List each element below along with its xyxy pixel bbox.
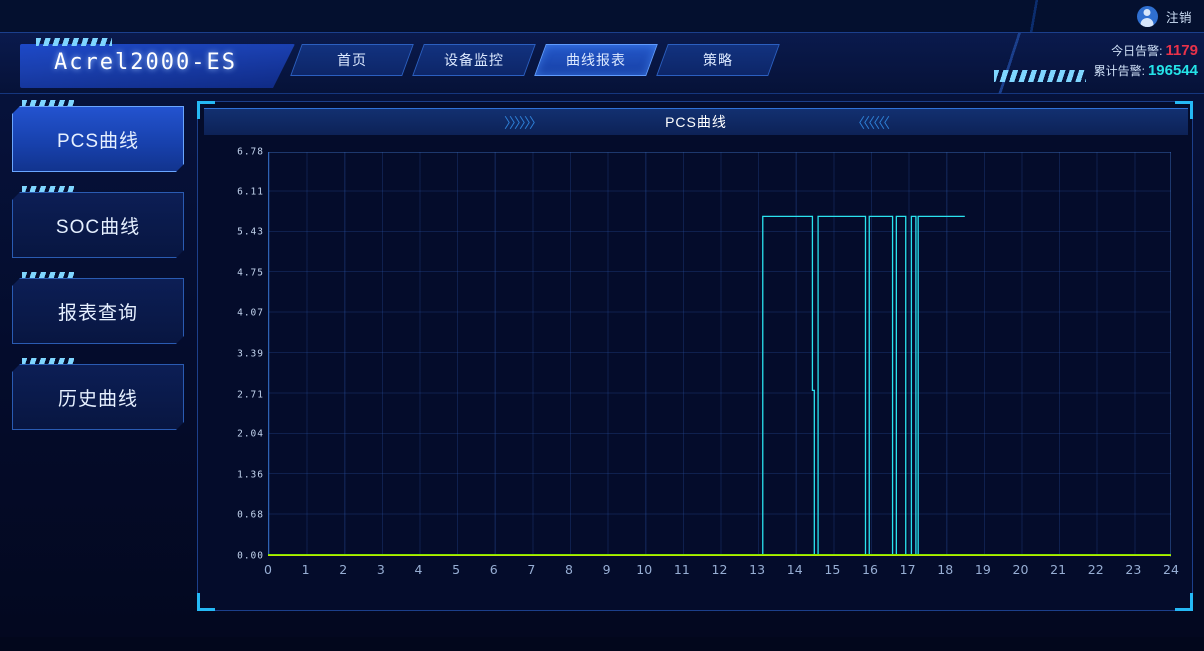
chart-x-tick-label: 22 (1081, 562, 1111, 577)
nav-tab-home[interactable]: 首页 (290, 44, 414, 76)
main-navigation: 首页 设备监控 曲线报表 策略 (296, 44, 784, 82)
sidebar-item-history-curve-hatch (22, 358, 74, 365)
user-avatar-icon (1137, 6, 1158, 27)
alarm-today-row: 今日告警:1179 (1094, 41, 1198, 61)
brand-logo: Acrel2000-ES (14, 36, 304, 88)
chart-x-tick-label: 24 (1156, 562, 1186, 577)
alarm-today-label: 今日告警: (1111, 44, 1162, 58)
alarm-total-label: 累计告警: (1094, 64, 1145, 78)
chart-y-tick-label: 6.78 (204, 147, 264, 158)
nav-tab-curve-report-label: 曲线报表 (566, 50, 626, 70)
sidebar-item-report-query-hatch (22, 272, 74, 279)
nav-tab-device-monitor-label: 设备监控 (444, 50, 504, 70)
chart-x-tick-label: 18 (930, 562, 960, 577)
chevron-left-decoration-icon: 〈〈〈〈〈〈 (851, 113, 888, 133)
chart-x-tick-label: 5 (441, 562, 471, 577)
chart-x-tick-label: 8 (554, 562, 584, 577)
chart-x-tick-label: 14 (780, 562, 810, 577)
chart-x-tick-label: 1 (291, 562, 321, 577)
chart-x-tick-label: 21 (1043, 562, 1073, 577)
sidebar-item-pcs-curve-hatch (22, 100, 74, 107)
chart-x-tick-label: 6 (479, 562, 509, 577)
chart-series-line (268, 216, 965, 556)
user-menu[interactable]: 注销 (1137, 0, 1192, 32)
header-right-group: 今日告警:1179 累计告警:196544 (954, 32, 1204, 94)
chart-y-axis: 0.000.681.362.042.713.394.074.755.436.11… (198, 152, 264, 556)
chart-x-tick-label: 12 (705, 562, 735, 577)
user-bar-divider-decoration (1004, 0, 1064, 32)
chart-x-tick-label: 10 (629, 562, 659, 577)
chart-y-tick-label: 0.00 (204, 551, 264, 562)
chart-y-tick-label: 2.71 (204, 389, 264, 400)
pcs-curve-chart: 0.00 0.68 1.36 2.04 2.71 3.39 4.07 4.75 5.43 6.11… (198, 138, 1194, 610)
application-root: 注销 Acrel2000-ES 首页 设备监控 曲线报表 策略 (0, 0, 1204, 651)
chart-y-tick-label: 0.68 (204, 510, 264, 521)
user-bar: 注销 (0, 0, 1204, 32)
logo-hatch-decoration (36, 38, 112, 46)
chart-x-tick-label: 20 (1006, 562, 1036, 577)
sidebar-item-soc-curve-hatch (22, 186, 74, 193)
chart-y-tick-label: 1.36 (204, 469, 264, 480)
nav-tab-curve-report[interactable]: 曲线报表 (534, 44, 658, 76)
sidebar-item-report-query-label: 报表查询 (58, 298, 138, 325)
nav-tab-strategy[interactable]: 策略 (656, 44, 780, 76)
alarm-today-value: 1179 (1165, 42, 1198, 59)
chart-x-tick-label: 3 (366, 562, 396, 577)
chart-y-tick-label: 6.11 (204, 186, 264, 197)
panel-title-text: PCS曲线 (665, 112, 727, 132)
nav-tab-strategy-label: 策略 (703, 50, 733, 70)
brand-title: Acrel2000-ES (54, 50, 237, 75)
nav-tab-home-label: 首页 (337, 50, 367, 70)
header-slash-decoration (954, 32, 1074, 94)
sidebar-item-pcs-curve[interactable]: PCS曲线 (12, 106, 184, 172)
alarm-total-value: 196544 (1148, 62, 1198, 79)
sidebar-item-history-curve[interactable]: 历史曲线 (12, 364, 184, 430)
chart-x-tick-label: 7 (516, 562, 546, 577)
sidebar-item-soc-curve-label: SOC曲线 (56, 212, 140, 239)
chart-x-tick-label: 2 (328, 562, 358, 577)
chart-x-tick-label: 13 (742, 562, 772, 577)
chevron-right-decoration-icon: 〉〉〉〉〉〉 (504, 113, 541, 133)
nav-tab-device-monitor[interactable]: 设备监控 (412, 44, 536, 76)
chart-series-layer (268, 152, 1171, 556)
chart-x-tick-label: 17 (893, 562, 923, 577)
chart-x-tick-label: 11 (667, 562, 697, 577)
alarm-total-row: 累计告警:196544 (1094, 61, 1198, 81)
sidebar-item-history-curve-label: 历史曲线 (58, 384, 138, 411)
sidebar-item-report-query[interactable]: 报表查询 (12, 278, 184, 344)
sidebar-item-soc-curve[interactable]: SOC曲线 (12, 192, 184, 258)
header-hatch-decoration (994, 70, 1086, 82)
chart-x-tick-label: 15 (817, 562, 847, 577)
chart-y-tick-label: 4.75 (204, 267, 264, 278)
chart-y-tick-label: 3.39 (204, 349, 264, 360)
chart-y-tick-label: 4.07 (204, 308, 264, 319)
sidebar-item-pcs-curve-label: PCS曲线 (57, 126, 139, 153)
chart-x-axis: 0123456789101112131415161718192021222324 (268, 562, 1171, 584)
chart-x-tick-label: 0 (253, 562, 283, 577)
chart-x-tick-label: 4 (404, 562, 434, 577)
chart-panel: 〉〉〉〉〉〉 PCS曲线 〈〈〈〈〈〈 0.00 0.68 1.36 2.04 2.71… (197, 101, 1193, 611)
chart-x-tick-label: 23 (1118, 562, 1148, 577)
alarm-summary: 今日告警:1179 累计告警:196544 (1094, 41, 1198, 81)
chart-y-tick-label: 5.43 (204, 227, 264, 238)
panel-header: 〉〉〉〉〉〉 PCS曲线 〈〈〈〈〈〈 (204, 108, 1188, 135)
chart-y-tick-label: 2.04 (204, 429, 264, 440)
chart-x-tick-label: 9 (592, 562, 622, 577)
sidebar: PCS曲线 SOC曲线 报表查询 历史曲线 (0, 94, 196, 651)
bottom-strip (0, 637, 1204, 651)
app-header: Acrel2000-ES 首页 设备监控 曲线报表 策略 今日告警:1179 (0, 32, 1204, 94)
chart-x-tick-label: 16 (855, 562, 885, 577)
logout-button[interactable]: 注销 (1166, 7, 1192, 26)
chart-x-tick-label: 19 (968, 562, 998, 577)
